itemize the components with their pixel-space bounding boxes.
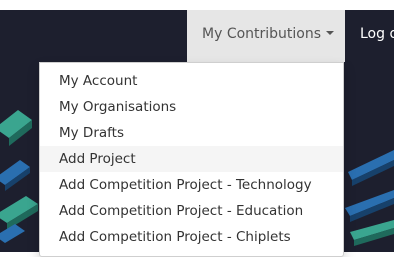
menu-item-add-project[interactable]: Add Project [40, 146, 343, 172]
contributions-dropdown-menu: My Account My Organisations My Drafts Ad… [39, 62, 344, 257]
menu-item-my-organisations[interactable]: My Organisations [40, 94, 343, 120]
menu-item-my-drafts[interactable]: My Drafts [40, 120, 343, 146]
page-top-strip [0, 0, 394, 10]
caret-down-icon [326, 31, 335, 35]
my-contributions-toggle[interactable]: My Contributions [202, 26, 335, 42]
menu-item-my-account[interactable]: My Account [40, 68, 343, 94]
menu-item-add-competition-technology[interactable]: Add Competition Project - Technology [40, 172, 343, 198]
my-contributions-label: My Contributions [202, 26, 322, 42]
logout-link[interactable]: Log out [360, 26, 394, 42]
menu-item-add-competition-education[interactable]: Add Competition Project - Education [40, 198, 343, 224]
menu-item-add-competition-chiplets[interactable]: Add Competition Project - Chiplets [40, 224, 343, 250]
